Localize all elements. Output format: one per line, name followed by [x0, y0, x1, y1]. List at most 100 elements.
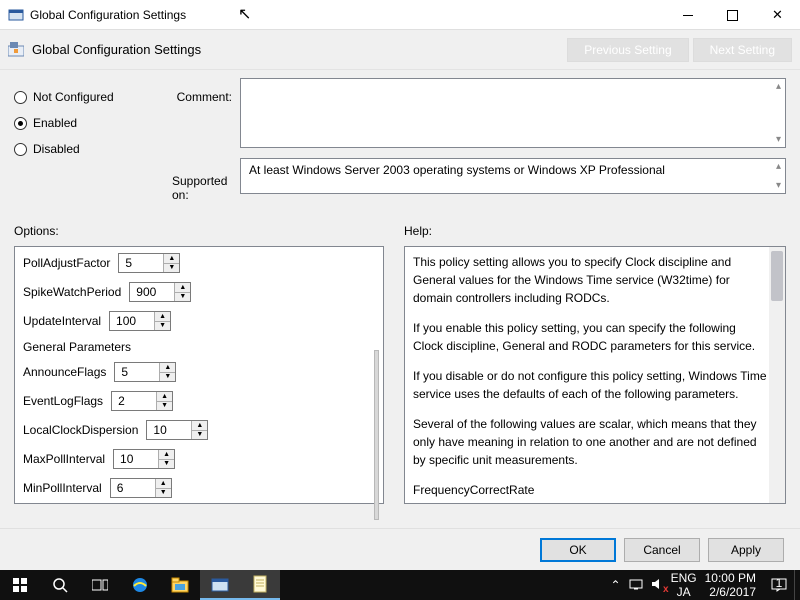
help-text: Several of the following values are scal…	[413, 415, 767, 469]
option-value: 5	[119, 254, 163, 272]
help-scrollbar[interactable]	[769, 247, 785, 503]
content-area: Not Configured Enabled Disabled Comment:…	[0, 70, 800, 540]
minimize-button[interactable]	[665, 0, 710, 30]
system-tray[interactable]: ⌃ x	[605, 578, 671, 593]
supported-on-label: Supported on:	[172, 162, 232, 202]
taskbar-notepad-icon[interactable]	[240, 570, 280, 600]
next-setting-button[interactable]: Next Setting	[693, 38, 792, 62]
spin-up-icon[interactable]: ▲	[159, 450, 174, 460]
lang-secondary: JA	[677, 585, 691, 599]
option-eventlogflags: EventLogFlags 2 ▲▼	[23, 391, 377, 411]
option-label: MinPollInterval	[23, 481, 102, 495]
option-updateinterval: UpdateInterval 100 ▲▼	[23, 311, 377, 331]
help-panel[interactable]: This policy setting allows you to specif…	[404, 246, 786, 504]
radio-disabled[interactable]: Disabled	[14, 142, 164, 156]
ok-button[interactable]: OK	[540, 538, 616, 562]
tray-chevron-up-icon[interactable]: ⌃	[611, 578, 621, 592]
option-maxpollinterval: MaxPollInterval 10 ▲▼	[23, 449, 377, 469]
option-value: 6	[111, 479, 155, 497]
taskbar-clock[interactable]: 10:00 PM 2/6/2017	[697, 571, 764, 600]
taskview-icon[interactable]	[80, 570, 120, 600]
taskbar-explorer-icon[interactable]	[160, 570, 200, 600]
spin-up-icon[interactable]: ▲	[175, 283, 190, 293]
show-desktop-button[interactable]	[794, 570, 800, 600]
radio-not-configured[interactable]: Not Configured	[14, 90, 164, 104]
maxpollinterval-stepper[interactable]: 10 ▲▼	[113, 449, 175, 469]
supported-on-value: At least Windows Server 2003 operating s…	[249, 163, 665, 177]
apply-button[interactable]: Apply	[708, 538, 784, 562]
help-text: This parameter controls the rate at whic…	[413, 499, 767, 504]
radio-label: Not Configured	[33, 90, 114, 104]
help-label: Help:	[404, 224, 786, 238]
tray-network-icon[interactable]	[629, 578, 643, 593]
option-label: MaxPollInterval	[23, 452, 105, 466]
spin-down-icon[interactable]: ▼	[164, 264, 179, 273]
spin-down-icon[interactable]: ▼	[155, 322, 170, 331]
option-label: UpdateInterval	[23, 314, 101, 328]
spin-up-icon[interactable]: ▲	[192, 421, 207, 431]
option-announceflags: AnnounceFlags 5 ▲▼	[23, 362, 377, 382]
taskbar-gpedit-icon[interactable]	[200, 570, 240, 600]
cancel-button[interactable]: Cancel	[624, 538, 700, 562]
splitter-handle[interactable]	[374, 350, 379, 520]
scroll-down-icon: ▾	[776, 180, 781, 191]
polladjustfactor-stepper[interactable]: 5 ▲▼	[118, 253, 180, 273]
policy-header: Global Configuration Settings Previous S…	[0, 30, 800, 70]
search-icon[interactable]	[40, 570, 80, 600]
spin-down-icon[interactable]: ▼	[192, 431, 207, 440]
help-text: FrequencyCorrectRate	[413, 481, 767, 499]
dialog-footer: OK Cancel Apply	[0, 528, 800, 570]
option-polladjustfactor: PollAdjustFactor 5 ▲▼	[23, 253, 377, 273]
spin-down-icon[interactable]: ▼	[175, 293, 190, 302]
option-value: 100	[110, 312, 154, 330]
option-label: EventLogFlags	[23, 394, 103, 408]
policy-icon	[8, 42, 24, 58]
option-label: AnnounceFlags	[23, 365, 106, 379]
spin-down-icon[interactable]: ▼	[160, 373, 175, 382]
maximize-button[interactable]	[710, 0, 755, 30]
spin-up-icon[interactable]: ▲	[157, 392, 172, 402]
scroll-up-icon: ▴	[776, 161, 781, 172]
start-button[interactable]	[0, 570, 40, 600]
spin-down-icon[interactable]: ▼	[156, 489, 171, 498]
radio-label: Disabled	[33, 142, 80, 156]
help-text: If you enable this policy setting, you c…	[413, 319, 767, 355]
taskbar: ⌃ x ENG JA 10:00 PM 2/6/2017 1	[0, 570, 800, 600]
language-indicator[interactable]: ENG JA	[671, 571, 697, 600]
action-center-icon[interactable]: 1	[764, 570, 794, 600]
announceflags-stepper[interactable]: 5 ▲▼	[114, 362, 176, 382]
updateinterval-stepper[interactable]: 100 ▲▼	[109, 311, 171, 331]
help-text: If you disable or do not configure this …	[413, 367, 767, 403]
radio-icon	[14, 117, 27, 130]
policy-title: Global Configuration Settings	[32, 42, 201, 57]
clock-date: 2/6/2017	[709, 585, 756, 599]
spin-down-icon[interactable]: ▼	[159, 460, 174, 469]
spin-up-icon[interactable]: ▲	[164, 254, 179, 264]
spin-up-icon[interactable]: ▲	[155, 312, 170, 322]
app-icon	[8, 7, 24, 23]
comment-textarea[interactable]: ▴ ▾	[240, 78, 786, 148]
option-localclockdispersion: LocalClockDispersion 10 ▲▼	[23, 420, 377, 440]
scrollbar-thumb[interactable]	[771, 251, 783, 301]
lang-primary: ENG	[671, 571, 697, 585]
spin-down-icon[interactable]: ▼	[157, 402, 172, 411]
taskbar-ie-icon[interactable]	[120, 570, 160, 600]
options-panel[interactable]: PollAdjustFactor 5 ▲▼ SpikeWatchPeriod 9…	[14, 246, 384, 504]
scroll-down-icon: ▾	[776, 134, 781, 145]
tray-volume-icon[interactable]: x	[651, 578, 665, 593]
options-label: Options:	[14, 224, 384, 238]
help-text: This policy setting allows you to specif…	[413, 253, 767, 307]
option-label: SpikeWatchPeriod	[23, 285, 121, 299]
eventlogflags-stepper[interactable]: 2 ▲▼	[111, 391, 173, 411]
minpollinterval-stepper[interactable]: 6 ▲▼	[110, 478, 172, 498]
localclockdispersion-stepper[interactable]: 10 ▲▼	[146, 420, 208, 440]
spikewatchperiod-stepper[interactable]: 900 ▲▼	[129, 282, 191, 302]
spin-up-icon[interactable]: ▲	[160, 363, 175, 373]
titlebar: Global Configuration Settings	[0, 0, 800, 30]
spin-up-icon[interactable]: ▲	[156, 479, 171, 489]
option-spikewatchperiod: SpikeWatchPeriod 900 ▲▼	[23, 282, 377, 302]
close-button[interactable]	[755, 0, 800, 30]
previous-setting-button[interactable]: Previous Setting	[567, 38, 688, 62]
option-value: 5	[115, 363, 159, 381]
radio-enabled[interactable]: Enabled	[14, 116, 164, 130]
